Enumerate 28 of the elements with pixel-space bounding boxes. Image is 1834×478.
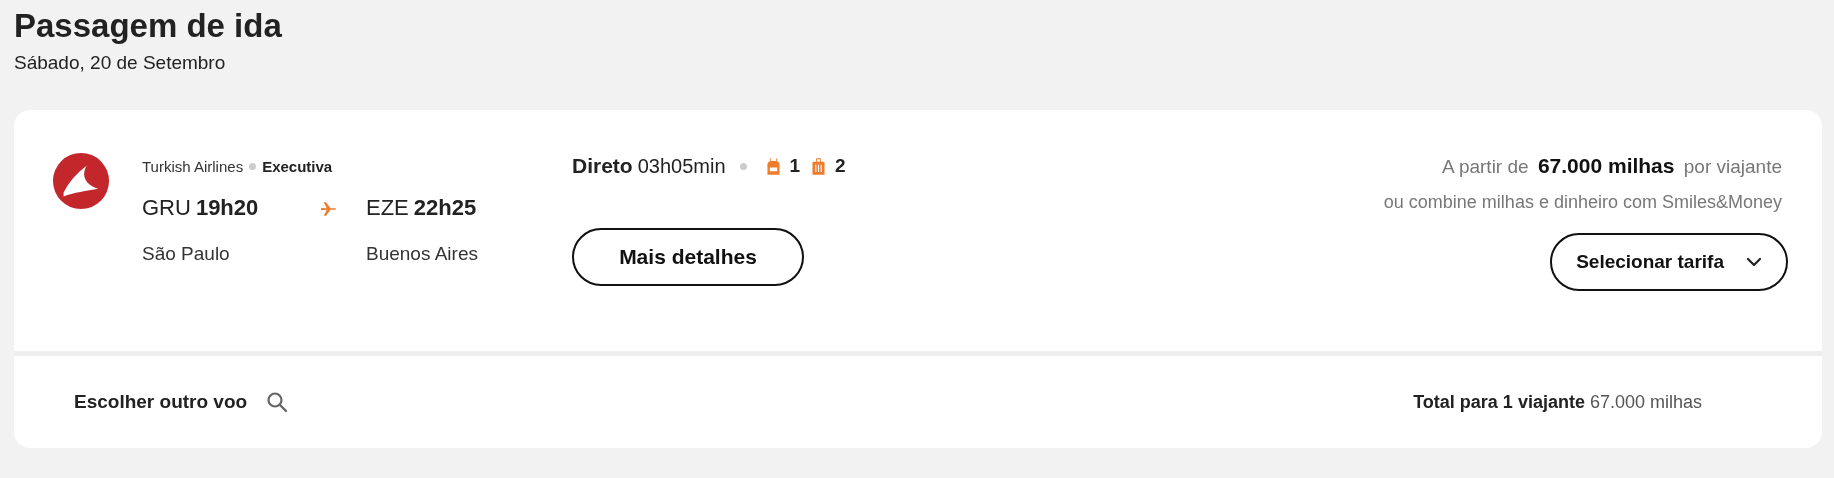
origin-code: GRU <box>142 195 191 220</box>
page-title: Passagem de ida <box>14 6 283 46</box>
airplane-icon <box>320 200 338 218</box>
select-fare-button[interactable]: Selecionar tarifa <box>1550 233 1788 291</box>
details-button[interactable]: Mais detalhes <box>572 228 804 286</box>
airline-logo-icon <box>52 152 110 210</box>
separator-dot-icon <box>739 162 747 170</box>
total-price: Total para 1 viajante 67.000 milhas <box>1413 391 1702 413</box>
price-note: ou combine milhas e dinheiro com Smiles&Money <box>1383 192 1782 213</box>
backpack-icon <box>766 156 780 176</box>
arrival-time: 22h25 <box>413 195 477 220</box>
cabin-class: Executiva <box>262 158 333 175</box>
choose-other-flight-link[interactable]: Escolher outro voo <box>74 390 290 414</box>
suitcase-icon <box>812 156 826 176</box>
price-text: A partir de 67.000 milhas por viajante <box>1442 154 1782 178</box>
origin-city: São Paulo <box>142 243 231 265</box>
destination-city: Buenos Aires <box>366 243 479 265</box>
flight-duration: 03h05min <box>637 154 726 178</box>
baggage-count: 2 <box>835 155 846 177</box>
separator-dot-icon <box>249 163 257 170</box>
search-icon <box>265 390 290 414</box>
baggage-count: 1 <box>789 155 801 177</box>
airline-name: Turkish Airlines <box>142 158 244 175</box>
flight-date: Sábado, 20 de Setembro <box>14 52 227 74</box>
destination-code: EZE <box>366 195 409 220</box>
chevron-down-icon <box>1746 257 1762 267</box>
departure-time: 19h20 <box>195 195 259 220</box>
stop-type: Direto <box>572 154 633 178</box>
